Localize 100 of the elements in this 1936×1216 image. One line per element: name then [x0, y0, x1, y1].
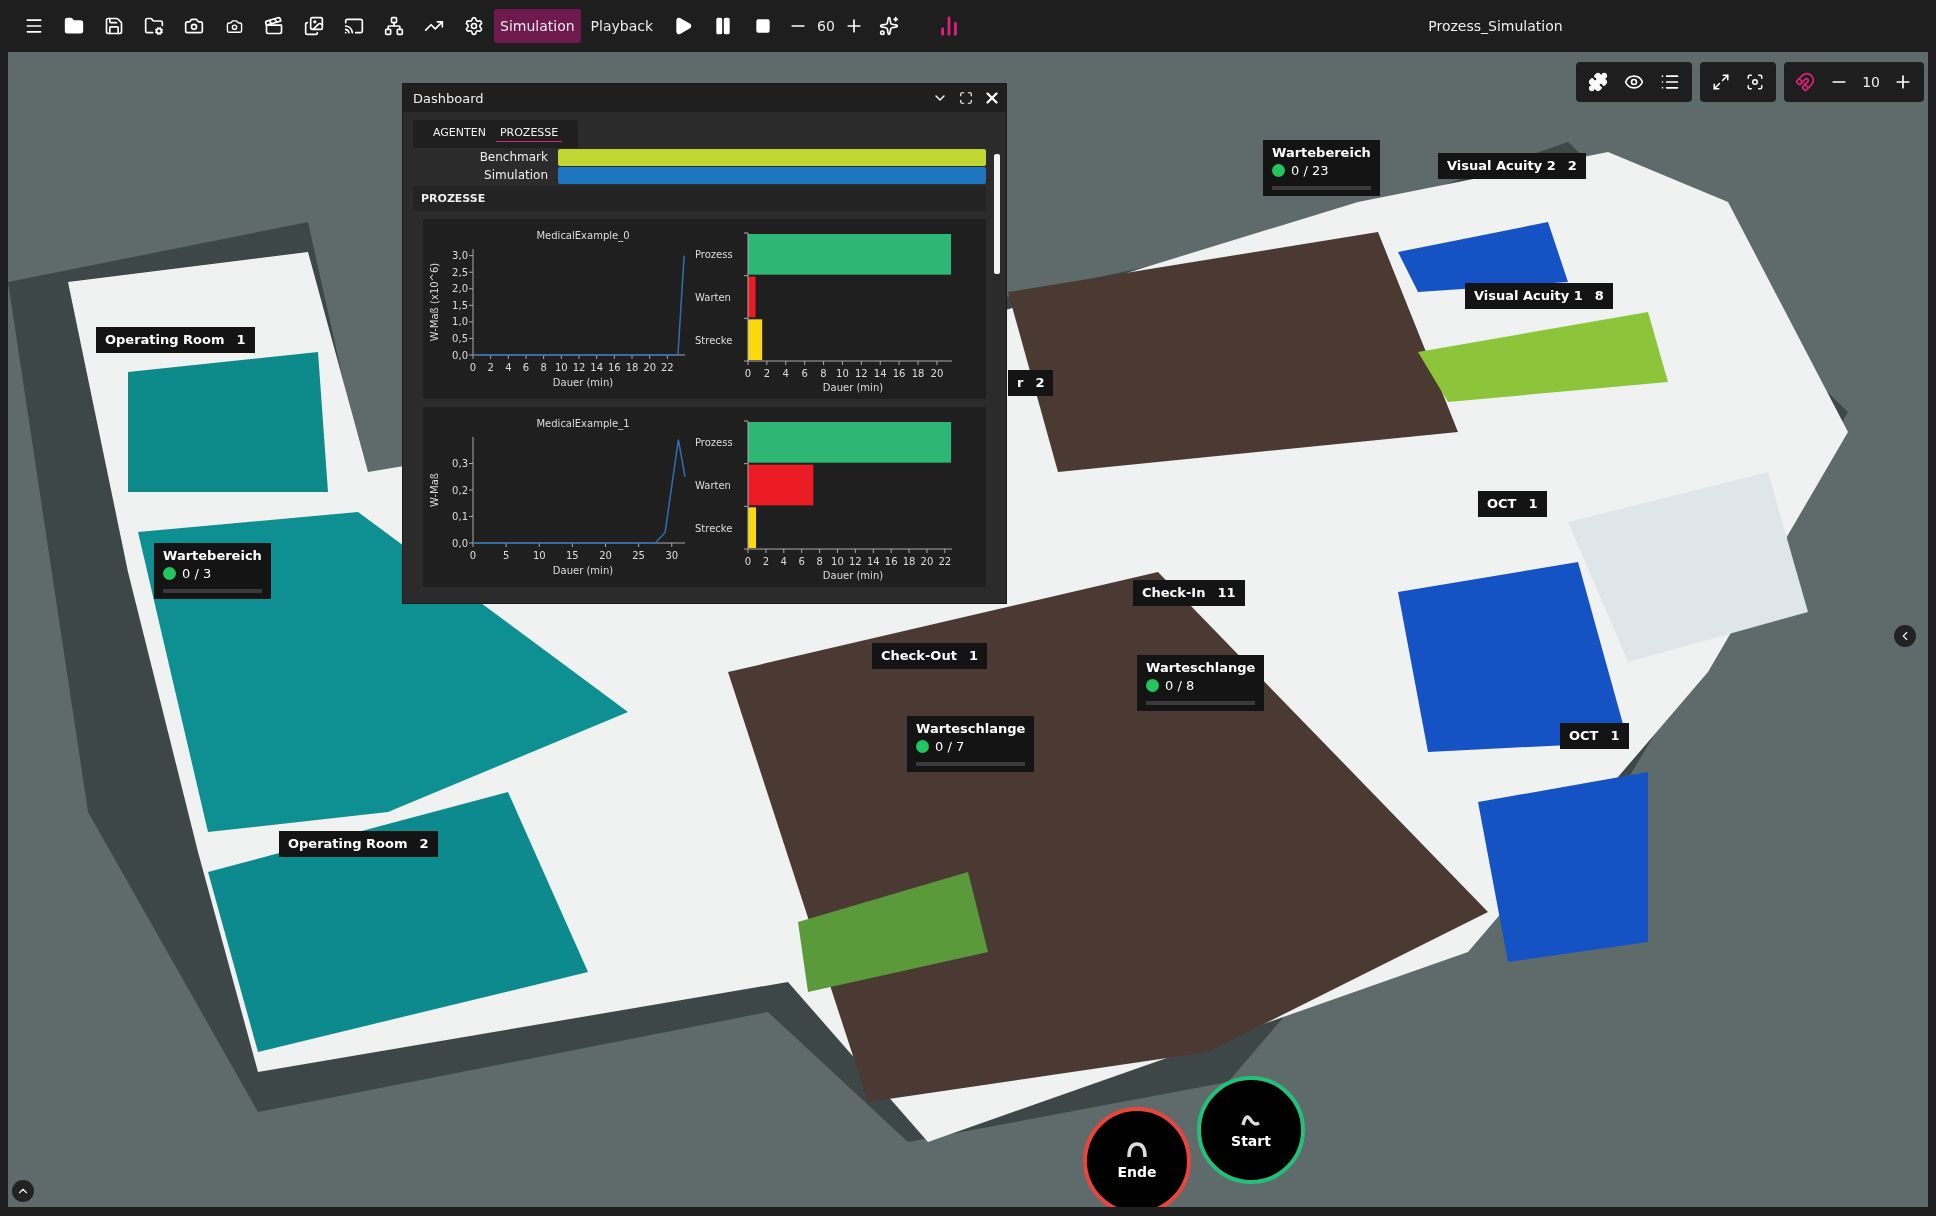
marker-label[interactable]: Operating Room 1 — [96, 327, 255, 353]
queue-label[interactable]: Warteschlange 0 / 8 — [1137, 655, 1265, 711]
marker-label[interactable]: OCT 1 — [1478, 491, 1547, 517]
occupancy: 0 / 3 — [182, 566, 212, 581]
tick-label: 16 — [607, 362, 621, 373]
tick-label: 0,0 — [452, 349, 468, 361]
tick-label: 20 — [930, 368, 944, 379]
tick-label: 18 — [625, 362, 639, 373]
status-dot — [1146, 679, 1159, 692]
marker-name: OCT — [1569, 728, 1599, 743]
category-label: Strecke — [695, 334, 733, 346]
tick-label: 0 — [469, 550, 477, 561]
occupancy: 0 / 8 — [1165, 678, 1195, 693]
category-label: Prozess — [695, 437, 733, 449]
marker-name: OCT — [1487, 496, 1517, 511]
tick-label: 2 — [762, 556, 770, 567]
tick-label: 18 — [902, 556, 916, 567]
queue-label[interactable]: Wartebereich 0 / 23 — [1263, 140, 1380, 196]
tick-label: 25 — [632, 550, 645, 561]
category-label: Warten — [695, 480, 731, 491]
tick-label: 1,5 — [452, 299, 468, 311]
marker-name: Wartebereich — [163, 548, 262, 563]
marker-name: Wartebereich — [1272, 145, 1371, 160]
mode-tab[interactable]: Simulation — [494, 9, 581, 43]
curve-icon — [1126, 1142, 1148, 1158]
tick-label: 6 — [522, 362, 530, 373]
tick-label: 0,1 — [452, 511, 468, 522]
tick-label: 16 — [884, 556, 898, 567]
tick-label: 12 — [572, 362, 586, 373]
tick-label: 6 — [801, 368, 808, 379]
marker-count: 11 — [1217, 585, 1236, 600]
tick-label: 6 — [798, 556, 805, 567]
tick-label: 22 — [938, 556, 952, 567]
queue-label[interactable]: Wartebereich 0 / 3 — [154, 543, 271, 599]
axis-label: Dauer (min) — [822, 570, 884, 581]
marker-name: Check-Out — [881, 648, 957, 663]
tick-label: 2 — [763, 368, 771, 379]
section-header: PROZESSE — [413, 186, 986, 211]
tick-label: 10 — [532, 550, 546, 561]
tick-label: 20 — [599, 550, 612, 561]
marker-count: 1 — [236, 332, 246, 347]
marker-name: Visual Acuity 2 — [1447, 158, 1556, 173]
tick-label: 4 — [505, 362, 512, 373]
speed-value: 60 — [816, 18, 836, 34]
tick-label: 0,3 — [452, 458, 468, 469]
marker-label[interactable]: Operating Room 2 — [279, 831, 438, 857]
marker-label[interactable]: Visual Acuity 1 8 — [1465, 283, 1613, 309]
tick-label: 12 — [854, 368, 868, 379]
marker-label[interactable]: r 2 — [1008, 370, 1054, 396]
status-dot — [1272, 164, 1285, 177]
tick-label: 4 — [780, 556, 787, 567]
marker-name: Operating Room — [288, 836, 408, 851]
category-label: Prozess — [695, 249, 733, 261]
axis-label: Dauer (min) — [552, 565, 614, 576]
tick-label: 8 — [816, 556, 823, 567]
tick-label: 14 — [590, 362, 604, 373]
scrollbar[interactable] — [994, 154, 1000, 274]
marker-label[interactable]: Check-In 11 — [1133, 580, 1245, 606]
tick-label: 3,0 — [452, 250, 468, 262]
tick-label: 16 — [892, 368, 906, 379]
tick-label: 0,2 — [452, 484, 468, 496]
marker-name: Check-In — [1142, 585, 1206, 600]
marker-count: 2 — [1567, 158, 1577, 173]
tick-label: 0 — [469, 362, 477, 373]
axis-label: Dauer (min) — [822, 382, 884, 393]
tick-label: 5 — [502, 550, 510, 561]
tick-label: 8 — [820, 368, 827, 379]
panel-tab[interactable]: AGENTEN — [429, 126, 490, 142]
marker-label[interactable]: Check-Out 1 — [872, 643, 987, 669]
axis-label: Dauer (min) — [552, 377, 614, 388]
marker-count: 1 — [1610, 728, 1620, 743]
tick-label: 4 — [782, 368, 789, 379]
mode-tab[interactable]: Playback — [584, 9, 660, 43]
tick-label: 0,0 — [452, 537, 468, 549]
category-label: Warten — [695, 292, 731, 303]
marker-label[interactable]: Visual Acuity 2 2 — [1438, 153, 1586, 179]
legend-label: Simulation — [483, 168, 548, 182]
tick-label: 14 — [866, 556, 880, 567]
category-label: Strecke — [695, 522, 733, 534]
occupancy: 0 / 23 — [1291, 163, 1329, 178]
tick-label: 10 — [831, 556, 844, 567]
marker-count: 8 — [1594, 288, 1604, 303]
status-dot — [916, 740, 929, 753]
legend-label: Benchmark — [478, 150, 548, 164]
tick-label: 30 — [665, 550, 679, 561]
zoom-value: 10 — [1861, 74, 1881, 90]
tick-label: 2,0 — [452, 283, 468, 295]
tick-label: 0,5 — [452, 332, 468, 344]
tick-label: 15 — [566, 550, 579, 561]
window-title: Prozess_Simulation — [1428, 18, 1563, 34]
tick-label: 8 — [540, 362, 547, 373]
marker-name: Warteschlange — [1146, 660, 1256, 675]
marker-count: 1 — [1528, 496, 1538, 511]
axis-label: W-Maß — [429, 472, 440, 508]
queue-label[interactable]: Warteschlange 0 / 7 — [907, 716, 1035, 772]
marker-name: Warteschlange — [916, 721, 1026, 736]
panel-tab[interactable]: PROZESSE — [495, 126, 563, 142]
marker-label[interactable]: OCT 1 — [1560, 723, 1629, 749]
axis-label: W-Maß (x10^6) — [429, 262, 440, 342]
tick-label: 2,5 — [452, 266, 468, 278]
